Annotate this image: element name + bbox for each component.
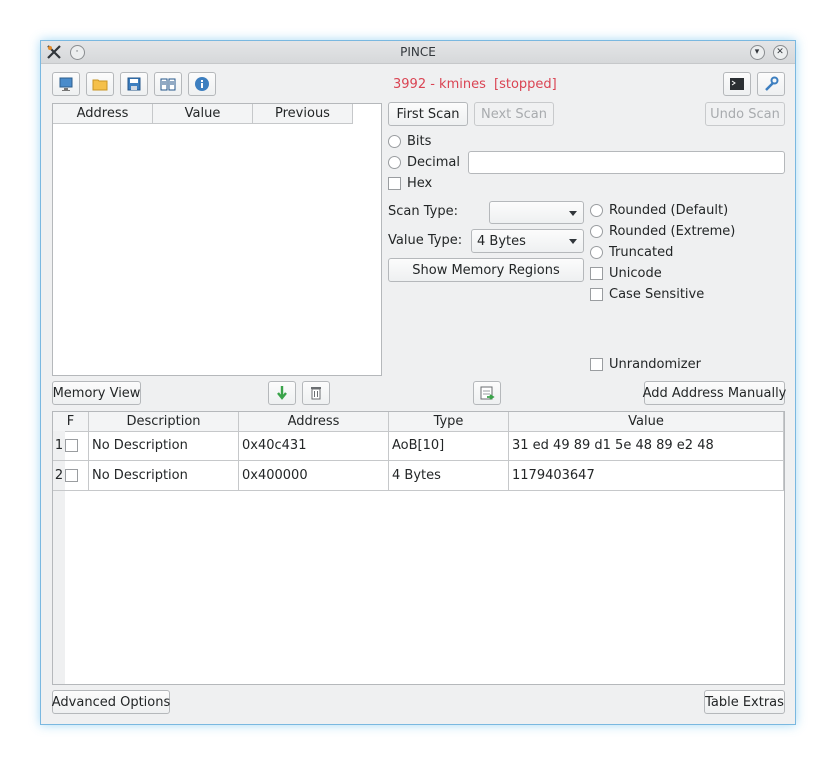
scan-type-dropdown[interactable] (489, 201, 584, 224)
column-header-description[interactable]: Description (89, 412, 239, 432)
scan-value-input[interactable] (468, 151, 785, 174)
next-scan-button[interactable]: Next Scan (474, 102, 554, 126)
console-button[interactable] (723, 72, 751, 96)
refresh-icon (480, 386, 495, 400)
address-table[interactable]: F Description Address Type Value 1 No De… (52, 411, 785, 685)
about-icon (195, 77, 209, 91)
column-header-f[interactable]: F (53, 412, 89, 432)
process-status: 3992 - kmines [stopped] (393, 77, 557, 92)
description-cell: No Description (89, 461, 239, 491)
advanced-options-button[interactable]: Advanced Options (52, 690, 170, 714)
value-cell: 1179403647 (509, 461, 784, 491)
unrandomizer-checkbox[interactable] (590, 358, 603, 371)
value-type-value: 4 Bytes (477, 233, 526, 249)
minimize-icon[interactable]: ▾ (749, 44, 765, 60)
address-cell: 0x400000 (239, 461, 389, 491)
freeze-checkbox[interactable] (65, 439, 78, 452)
settings-button[interactable] (757, 72, 785, 96)
column-header-value[interactable]: Value (153, 104, 253, 124)
wiki-icon (160, 78, 176, 91)
unicode-checkbox[interactable] (590, 267, 603, 280)
row-number: 1 (53, 431, 65, 461)
column-header-type[interactable]: Type (389, 412, 509, 432)
column-header-value[interactable]: Value (509, 412, 784, 432)
process-state: [stopped] (494, 77, 557, 92)
undo-scan-button[interactable]: Undo Scan (705, 102, 785, 126)
case-sensitive-label: Case Sensitive (609, 287, 705, 302)
column-header-previous[interactable]: Previous (253, 104, 353, 124)
type-cell: AoB[10] (389, 431, 509, 461)
refresh-table-button[interactable] (473, 381, 501, 405)
value-cell: 31 ed 49 89 d1 5e 48 89 e2 48 (509, 431, 784, 461)
decimal-radio[interactable] (388, 156, 401, 169)
main-window: · PINCE ▾ ✕ 3992 - kmines [stopped] Addr… (40, 40, 796, 725)
value-type-dropdown[interactable]: 4 Bytes (471, 229, 584, 253)
scan-results-table[interactable]: Address Value Previous (52, 103, 382, 376)
attach-process-button[interactable] (52, 72, 80, 96)
hex-label: Hex (407, 176, 433, 191)
case-sensitive-checkbox[interactable] (590, 288, 603, 301)
window-title: PINCE (400, 45, 436, 59)
clear-button[interactable] (302, 381, 330, 405)
rounded-extreme-label: Rounded (Extreme) (609, 224, 736, 239)
hex-checkbox[interactable] (388, 177, 401, 190)
scan-type-label: Scan Type: (388, 204, 458, 219)
attach-process-icon (59, 77, 73, 91)
about-button[interactable] (188, 72, 216, 96)
memory-view-button[interactable]: Memory View (52, 381, 141, 405)
address-cell: 0x40c431 (239, 431, 389, 461)
chevron-down-icon (569, 239, 577, 244)
console-icon (730, 78, 744, 90)
unicode-label: Unicode (609, 266, 662, 281)
wiki-button[interactable] (154, 72, 182, 96)
save-file-icon (127, 77, 141, 91)
open-file-button[interactable] (86, 72, 114, 96)
settings-icon (765, 76, 779, 91)
value-type-label: Value Type: (388, 233, 463, 248)
show-memory-regions-button[interactable]: Show Memory Regions (388, 258, 584, 282)
freeze-cell (65, 461, 89, 491)
arrow-down-icon (277, 386, 287, 400)
unrandomizer-label: Unrandomizer (609, 357, 701, 372)
rounded-default-radio[interactable] (590, 204, 603, 217)
table-row[interactable]: 1 No Description 0x40c431 AoB[10] 31 ed … (53, 431, 784, 461)
save-file-button[interactable] (120, 72, 148, 96)
truncated-label: Truncated (609, 245, 674, 260)
title-bar: · PINCE ▾ ✕ (41, 41, 795, 64)
close-icon[interactable]: ✕ (772, 44, 788, 60)
copy-to-table-button[interactable] (268, 381, 296, 405)
column-header-address[interactable]: Address (53, 104, 153, 124)
column-header-address[interactable]: Address (239, 412, 389, 432)
first-scan-button[interactable]: First Scan (388, 102, 468, 126)
type-cell: 4 Bytes (389, 461, 509, 491)
freeze-checkbox[interactable] (65, 469, 78, 482)
row-number: 2 (53, 461, 65, 491)
trash-icon (311, 387, 321, 400)
bits-radio[interactable] (388, 135, 401, 148)
table-extras-button[interactable]: Table Extras (704, 690, 785, 714)
freeze-cell (65, 431, 89, 461)
rounded-extreme-radio[interactable] (590, 225, 603, 238)
description-cell: No Description (89, 431, 239, 461)
process-name: 3992 - kmines (393, 77, 486, 92)
decimal-label: Decimal (407, 155, 461, 170)
bits-label: Bits (407, 134, 432, 149)
rounded-default-label: Rounded (Default) (609, 203, 729, 218)
open-file-icon (92, 79, 108, 91)
truncated-radio[interactable] (590, 246, 603, 259)
table-row[interactable]: 2 No Description 0x400000 4 Bytes 117940… (53, 461, 784, 491)
chevron-down-icon (569, 211, 577, 216)
add-address-manually-button[interactable]: Add Address Manually (643, 381, 786, 405)
